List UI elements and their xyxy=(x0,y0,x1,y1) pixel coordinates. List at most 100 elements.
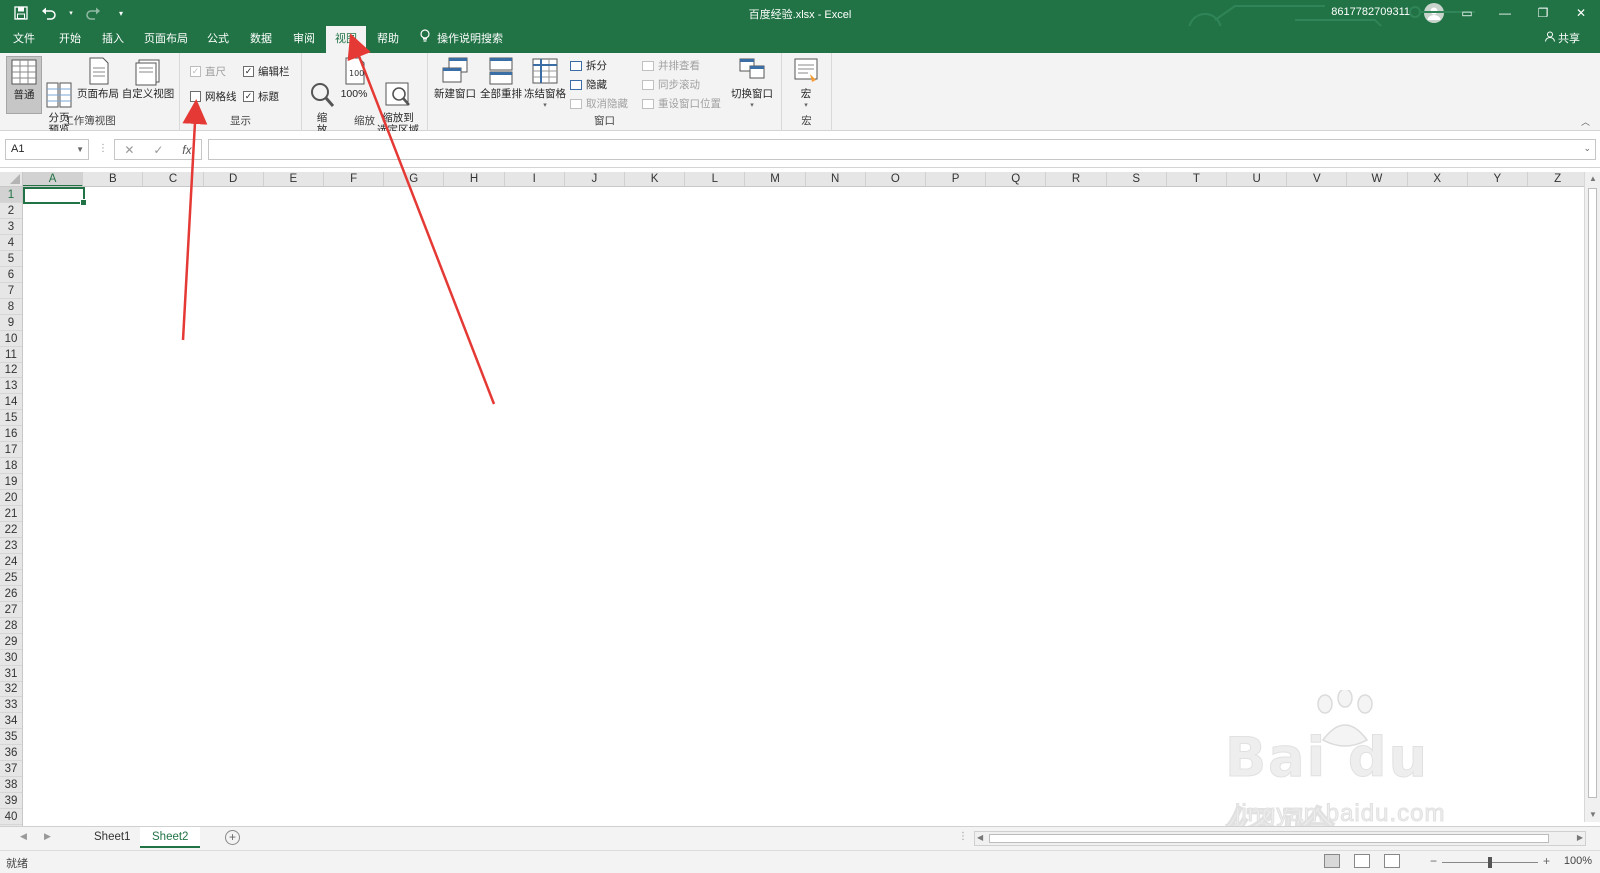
row-header-22[interactable]: 22 xyxy=(0,522,22,538)
row-header-13[interactable]: 13 xyxy=(0,378,22,395)
gridlines-checkbox[interactable]: 网格线 xyxy=(190,89,237,104)
row-header-34[interactable]: 34 xyxy=(0,713,22,730)
column-header-m[interactable]: M xyxy=(745,172,806,186)
hscroll-thumb[interactable] xyxy=(989,834,1549,843)
row-header-38[interactable]: 38 xyxy=(0,777,22,794)
page-layout-view-button[interactable]: 页面布局 xyxy=(76,56,120,100)
headings-checkbox[interactable]: ✓ 标题 xyxy=(243,89,279,104)
row-header-40[interactable]: 40 xyxy=(0,809,22,826)
column-header-u[interactable]: U xyxy=(1227,172,1288,186)
column-header-p[interactable]: P xyxy=(926,172,987,186)
column-header-a[interactable]: A xyxy=(23,172,84,186)
row-header-37[interactable]: 37 xyxy=(0,761,22,778)
column-header-d[interactable]: D xyxy=(204,172,264,186)
next-sheet-icon[interactable]: ▶ xyxy=(44,831,51,842)
active-cell-a1[interactable] xyxy=(23,187,87,206)
split-button[interactable]: 拆分 xyxy=(570,58,607,73)
add-sheet-icon[interactable]: + xyxy=(225,830,240,845)
row-header-20[interactable]: 20 xyxy=(0,490,22,507)
row-header-32[interactable]: 32 xyxy=(0,681,22,698)
column-header-l[interactable]: L xyxy=(685,172,746,186)
formula-input[interactable]: ⌄ xyxy=(208,139,1596,160)
restore-icon[interactable]: ❐ xyxy=(1524,0,1562,26)
row-header-16[interactable]: 16 xyxy=(0,426,22,443)
row-header-1[interactable]: 1 xyxy=(0,187,22,203)
column-header-c[interactable]: C xyxy=(143,172,204,186)
column-header-w[interactable]: W xyxy=(1347,172,1408,186)
horizontal-scrollbar[interactable]: ◀ ▶ xyxy=(974,831,1586,846)
page-break-status-icon[interactable] xyxy=(1384,854,1400,868)
zoom-out-icon[interactable]: − xyxy=(1430,854,1437,868)
expand-formula-icon[interactable]: ⌄ xyxy=(1583,143,1591,154)
row-header-11[interactable]: 11 xyxy=(0,347,22,363)
row-header-25[interactable]: 25 xyxy=(0,570,22,586)
close-icon[interactable]: ✕ xyxy=(1562,0,1600,26)
row-header-33[interactable]: 33 xyxy=(0,697,22,714)
minimize-icon[interactable]: — xyxy=(1486,0,1524,26)
column-header-y[interactable]: Y xyxy=(1468,172,1528,186)
scroll-up-icon[interactable]: ▲ xyxy=(1585,172,1600,186)
row-header-19[interactable]: 19 xyxy=(0,474,22,491)
collapse-ribbon-icon[interactable]: ︿ xyxy=(1581,115,1590,128)
normal-view-button[interactable]: 普通 xyxy=(6,56,42,114)
page-layout-status-icon[interactable] xyxy=(1354,854,1370,868)
vertical-scrollbar[interactable]: ▲ ▼ xyxy=(1584,172,1600,822)
normal-view-status-icon[interactable] xyxy=(1324,854,1340,868)
row-header-8[interactable]: 8 xyxy=(0,299,22,315)
row-header-31[interactable]: 31 xyxy=(0,666,22,682)
row-header-7[interactable]: 7 xyxy=(0,283,22,299)
column-header-v[interactable]: V xyxy=(1287,172,1348,186)
row-header-17[interactable]: 17 xyxy=(0,442,22,459)
column-header-f[interactable]: F xyxy=(324,172,385,186)
scroll-thumb[interactable] xyxy=(1588,188,1597,798)
row-header-28[interactable]: 28 xyxy=(0,618,22,634)
freeze-panes-button[interactable]: 冻结窗格 ▾ xyxy=(524,56,566,112)
row-header-14[interactable]: 14 xyxy=(0,394,22,411)
row-header-23[interactable]: 23 xyxy=(0,538,22,554)
hide-button[interactable]: 隐藏 xyxy=(570,77,607,92)
select-all-corner[interactable] xyxy=(0,172,23,187)
column-header-e[interactable]: E xyxy=(264,172,324,186)
switch-windows-button[interactable]: 切换窗口 ▾ xyxy=(728,56,776,112)
row-header-4[interactable]: 4 xyxy=(0,235,22,251)
column-header-t[interactable]: T xyxy=(1167,172,1227,186)
sync-scroll-button[interactable]: 同步滚动 xyxy=(642,77,700,92)
sheet-tab-sheet1[interactable]: Sheet1 xyxy=(82,827,142,848)
tab-split-grip-icon[interactable]: ⋮ xyxy=(958,831,968,842)
zoom-in-icon[interactable]: + xyxy=(1543,854,1550,868)
row-header-27[interactable]: 27 xyxy=(0,602,22,618)
name-box[interactable]: A1 ▼ xyxy=(5,139,89,160)
column-header-r[interactable]: R xyxy=(1046,172,1107,186)
view-side-by-side-button[interactable]: 并排查看 xyxy=(642,58,700,73)
scroll-left-icon[interactable]: ◀ xyxy=(977,833,983,842)
share-button[interactable]: 共享 xyxy=(1544,26,1580,53)
row-header-39[interactable]: 39 xyxy=(0,793,22,810)
column-header-i[interactable]: I xyxy=(505,172,565,186)
row-header-35[interactable]: 35 xyxy=(0,729,22,746)
zoom-100-button[interactable]: 100 100% xyxy=(338,56,370,100)
column-header-q[interactable]: Q xyxy=(986,172,1047,186)
row-header-12[interactable]: 12 xyxy=(0,362,22,379)
scroll-down-icon[interactable]: ▼ xyxy=(1585,808,1600,822)
row-header-5[interactable]: 5 xyxy=(0,251,22,267)
tab-data[interactable]: 数据 xyxy=(243,26,279,53)
formula-bar-checkbox[interactable]: ✓ 编辑栏 xyxy=(243,64,290,79)
new-window-button[interactable]: 新建窗口 xyxy=(434,56,476,100)
column-header-h[interactable]: H xyxy=(444,172,505,186)
tab-help[interactable]: 帮助 xyxy=(370,26,406,53)
tab-home[interactable]: 开始 xyxy=(52,26,88,53)
row-header-26[interactable]: 26 xyxy=(0,586,22,602)
column-header-s[interactable]: S xyxy=(1107,172,1167,186)
column-header-o[interactable]: O xyxy=(866,172,926,186)
scroll-right-icon[interactable]: ▶ xyxy=(1577,833,1583,842)
reset-window-position-button[interactable]: 重设窗口位置 xyxy=(642,96,721,111)
sheet-tab-sheet2[interactable]: Sheet2 xyxy=(140,827,201,848)
custom-views-button[interactable]: 自定义视图 xyxy=(121,56,175,100)
zoom-level[interactable]: 100% xyxy=(1564,855,1592,867)
tab-page-layout[interactable]: 页面布局 xyxy=(138,26,194,53)
row-header-10[interactable]: 10 xyxy=(0,331,22,347)
row-header-6[interactable]: 6 xyxy=(0,267,22,283)
row-header-29[interactable]: 29 xyxy=(0,634,22,650)
row-header-18[interactable]: 18 xyxy=(0,458,22,475)
column-header-z[interactable]: Z xyxy=(1528,172,1588,186)
